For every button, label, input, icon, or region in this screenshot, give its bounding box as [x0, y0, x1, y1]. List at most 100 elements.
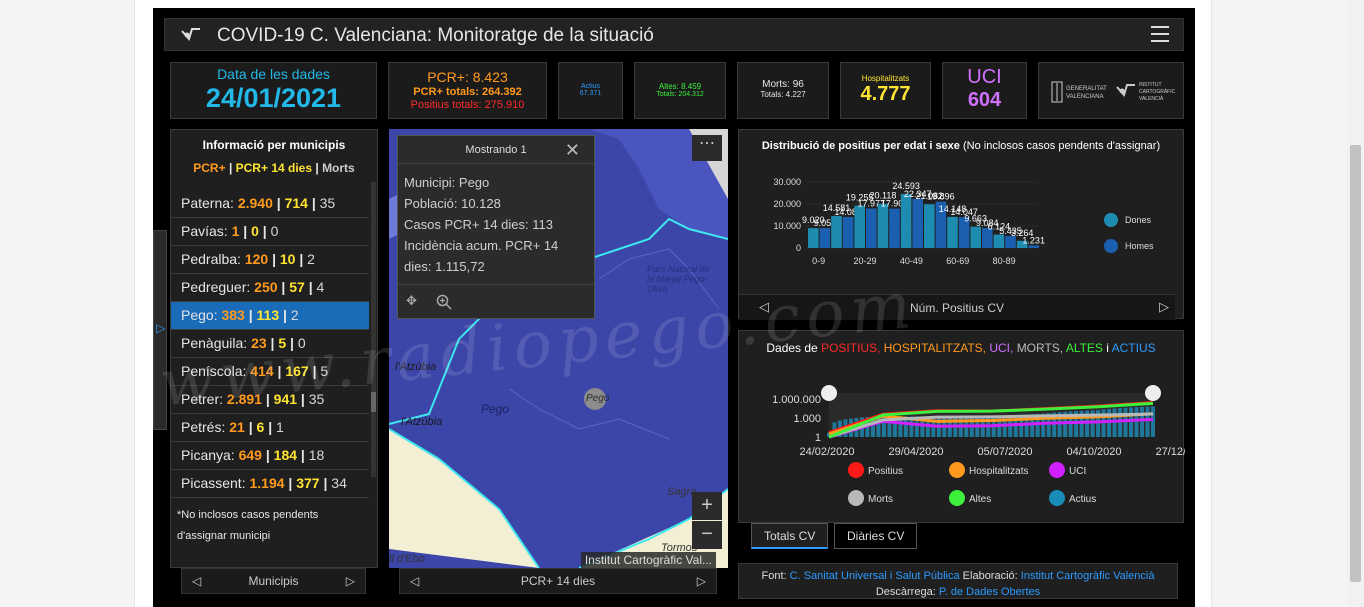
bar[interactable]	[900, 193, 912, 248]
prev-arrow-icon[interactable]: ◁	[410, 569, 419, 594]
positius-total: Positius totals: 275.910	[410, 99, 525, 111]
separator: |	[323, 475, 328, 491]
bar[interactable]	[842, 217, 854, 248]
municipi-morts: 35	[319, 195, 336, 211]
next-arrow-icon[interactable]: ▷	[1159, 299, 1169, 315]
map-footer-label: PCR+ 14 dies	[520, 574, 596, 588]
scroll-thumb[interactable]	[1350, 145, 1361, 582]
close-icon[interactable]: ✕	[565, 140, 580, 161]
bar[interactable]	[1005, 236, 1016, 248]
municipi-name: Pavías:	[181, 223, 228, 239]
logos-box: GENERALITAT VALENCIANA INSTITUT CARTOGRÀ…	[1038, 62, 1184, 119]
evo-title-uci: UCI,	[989, 341, 1014, 355]
pcr-box: PCR+: 8.423 PCR+ totals: 264.392 Positiu…	[388, 62, 547, 119]
uci-value: 604	[967, 89, 1002, 111]
pan-icon[interactable]: ✥	[406, 293, 417, 309]
municipi-pcr14: 10	[279, 251, 296, 267]
next-arrow-icon[interactable]: ▷	[697, 569, 706, 594]
zoom-in-icon[interactable]: +	[692, 492, 722, 520]
list-item[interactable]: Pavías: 1 | 0 | 0	[171, 218, 369, 246]
municipis-note: *No inclosos casos pendents d'assignar m…	[177, 509, 319, 542]
legend-swatch	[848, 462, 864, 478]
bar[interactable]	[889, 208, 900, 248]
bar[interactable]	[993, 234, 1005, 248]
dashboard: ▷ COVID-19 C. Valenciana: Monitoratge de…	[153, 8, 1195, 607]
bar[interactable]	[912, 198, 923, 248]
hamburger-menu-icon[interactable]	[1151, 26, 1171, 44]
age-chart-title: Distribució de positius per edat i sexe …	[739, 140, 1183, 152]
list-item[interactable]: Pedreguer: 250 | 57 | 4	[171, 274, 369, 302]
source-font-link[interactable]: C. Sanitat Universal i Salut Pública	[790, 570, 960, 582]
legend-swatch	[1104, 239, 1118, 253]
x-tick-label: 60-69	[946, 256, 969, 266]
legend-label: Altes	[969, 494, 991, 505]
bar[interactable]	[947, 216, 958, 248]
y-tick-label: 1.000.000	[772, 394, 821, 406]
municipi-name: Pedreguer:	[181, 279, 251, 295]
municipi-pcr: 120	[244, 251, 269, 267]
list-item[interactable]: Picanya: 649 | 184 | 18	[171, 442, 369, 470]
zoom-out-icon[interactable]: −	[692, 521, 722, 549]
separator: |	[281, 279, 286, 295]
list-item[interactable]: Pego: 383 | 113 | 2	[171, 302, 369, 330]
area-bar	[1145, 406, 1150, 437]
municipis-title: Informació per municipis	[202, 138, 346, 152]
separator: |	[272, 251, 276, 267]
separator: |	[265, 447, 270, 463]
list-item[interactable]: Paterna: 2.940 | 714 | 35	[171, 190, 369, 218]
next-arrow-icon[interactable]: ▷	[346, 569, 355, 594]
popup-line: Incidència acum. PCR+ 14 dies: 1.115,72	[404, 238, 559, 274]
zoom-to-icon[interactable]	[436, 294, 452, 310]
municipi-name: Picanya:	[181, 447, 235, 463]
bar[interactable]	[924, 204, 935, 248]
range-handle-right[interactable]	[1145, 385, 1161, 401]
municipi-pcr: 21	[229, 419, 245, 435]
more-options-icon[interactable]: ⋯	[692, 135, 722, 161]
x-tick-label: 29/04/2020	[888, 446, 943, 458]
sub-pcr: PCR+	[193, 161, 226, 175]
bar[interactable]	[854, 205, 865, 248]
tab-diaries-cv[interactable]: Diàries CV	[834, 523, 918, 549]
bar[interactable]	[877, 203, 889, 248]
map-label-pego: Pego	[481, 402, 510, 416]
list-item[interactable]: Pedralba: 120 | 10 | 2	[171, 246, 369, 274]
legend-swatch	[949, 490, 965, 506]
source-desc-link[interactable]: P. de Dades Obertes	[939, 586, 1040, 598]
map-label-vall-ebo: ll d'Ebo	[389, 553, 425, 565]
area-bar	[1134, 407, 1139, 437]
uci-label: UCI	[967, 66, 1002, 88]
municipi-name: Pego:	[181, 307, 218, 323]
list-item[interactable]: Petrés: 21 | 6 | 1	[171, 414, 369, 442]
municipis-footer-label: Municipis	[248, 574, 299, 588]
municipi-pcr14: 6	[256, 419, 265, 435]
bar[interactable]	[1028, 245, 1039, 248]
x-tick-label: 20-29	[853, 256, 876, 266]
pcr-total: PCR+ totals: 264.392	[413, 86, 522, 98]
municipi-morts: 2	[290, 307, 299, 323]
municipi-pcr14: 184	[273, 447, 298, 463]
list-item[interactable]: Picassent: 1.194 | 377 | 34	[171, 470, 369, 498]
separator: |	[268, 419, 273, 435]
generalitat-logo-icon	[1051, 81, 1063, 103]
bar[interactable]	[831, 215, 842, 248]
map-attribution: Institut Cartogràfic Val...	[580, 552, 716, 568]
municipi-morts: 4	[316, 279, 325, 295]
actius-value: 67.371	[579, 90, 602, 97]
chevron-right-icon: ▷	[156, 321, 166, 335]
bar[interactable]	[970, 226, 981, 248]
page-scrollbar[interactable]	[1347, 0, 1364, 607]
range-handle-left[interactable]	[821, 385, 837, 401]
y-tick-label: 1.000	[793, 413, 821, 425]
source-elab-link[interactable]: Institut Cartogràfic Valencià	[1021, 570, 1155, 582]
legend-swatch	[1104, 213, 1118, 227]
date-value: 24/01/2021	[205, 83, 342, 113]
actius-box: Actius 67.371	[558, 62, 623, 119]
prev-arrow-icon[interactable]: ◁	[192, 569, 201, 594]
bar[interactable]	[819, 228, 831, 248]
evo-title-morts: MORTS,	[1016, 341, 1064, 355]
icv-logo-small-icon	[1116, 84, 1135, 98]
uci-box: UCI 604	[942, 62, 1027, 119]
bar[interactable]	[808, 228, 819, 248]
tab-totals-cv[interactable]: Totals CV	[751, 523, 829, 549]
bar[interactable]	[866, 208, 877, 248]
